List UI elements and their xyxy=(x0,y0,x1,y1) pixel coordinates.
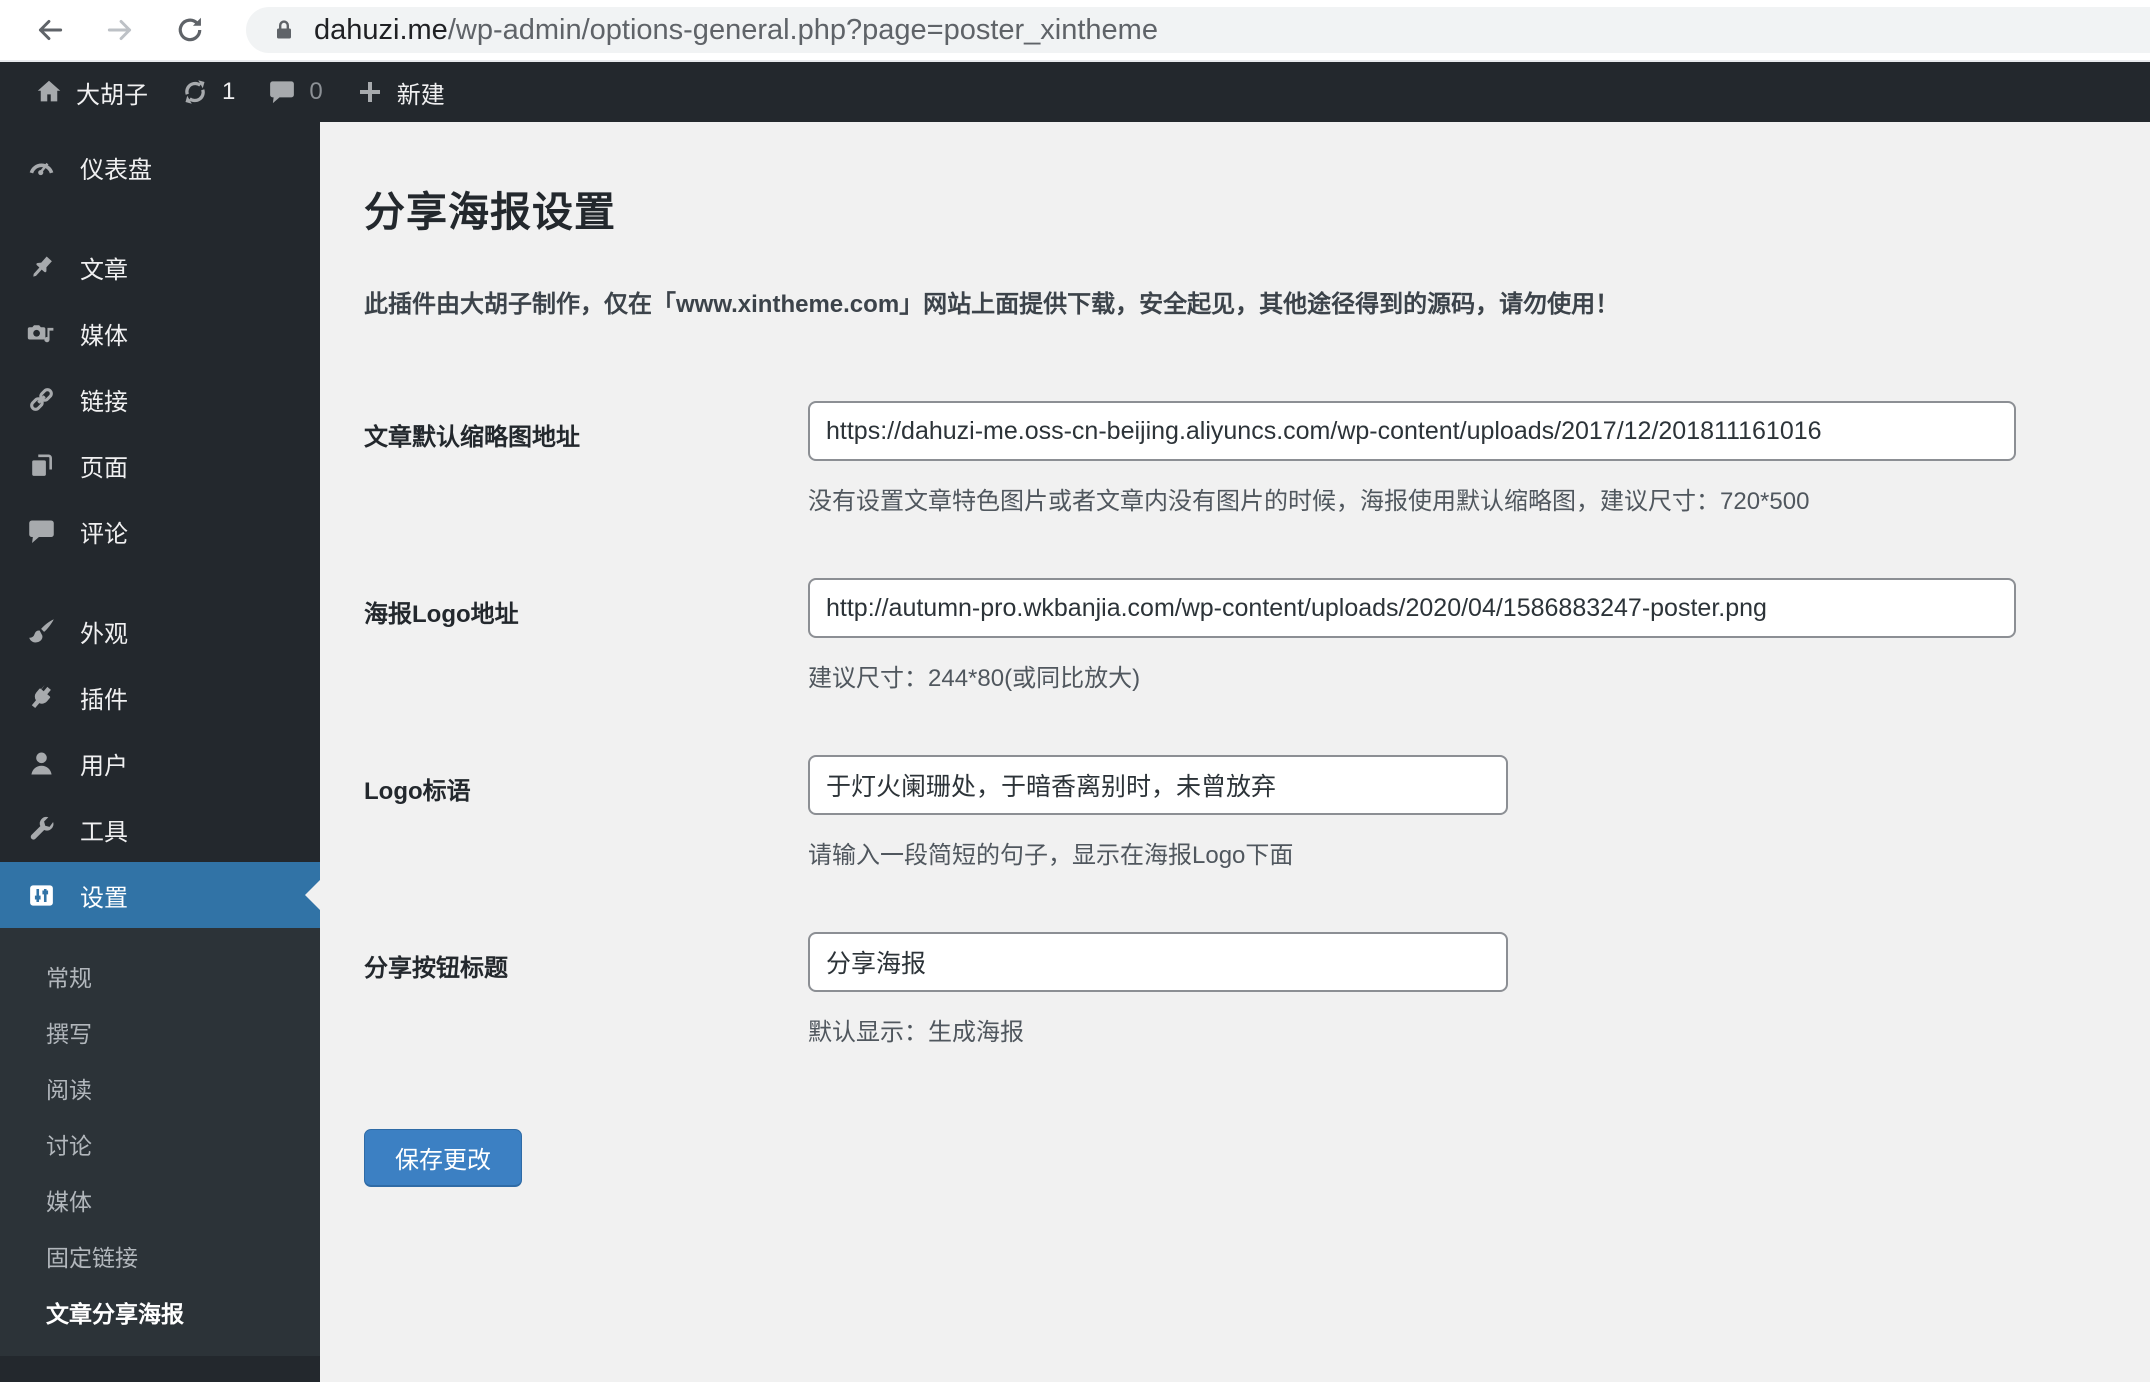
sidebar-item-links[interactable]: 链接 xyxy=(0,366,320,432)
sidebar-item-label: 用户 xyxy=(80,752,128,780)
sidebar-item-label: 插件 xyxy=(80,686,128,714)
default-thumbnail-url-input[interactable] xyxy=(808,401,2016,461)
dashboard-gauge-icon xyxy=(26,152,58,183)
submenu-item-permalinks[interactable]: 固定链接 xyxy=(0,1228,320,1284)
forward-button[interactable] xyxy=(100,10,140,50)
sidebar-item-label: 页面 xyxy=(80,454,128,482)
sidebar-item-tools[interactable]: 工具 xyxy=(0,796,320,862)
pushpin-icon xyxy=(26,252,58,283)
comments-icon xyxy=(267,77,297,107)
field-control: 没有设置文章特色图片或者文章内没有图片的时候，海报使用默认缩略图，建议尺寸：72… xyxy=(808,401,2016,516)
field-row-logo-slogan: Logo标语 请输入一段简短的句子，显示在海报Logo下面 xyxy=(364,755,2110,870)
main-content: 分享海报设置 此插件由大胡子制作，仅在「www.xintheme.com」网站上… xyxy=(320,122,2150,1382)
submenu-item-reading[interactable]: 阅读 xyxy=(0,1060,320,1116)
menu-separator xyxy=(0,564,320,598)
wrench-icon xyxy=(26,814,58,845)
plugin-notice: 此插件由大胡子制作，仅在「www.xintheme.com」网站上面提供下载，安… xyxy=(364,291,1620,318)
menu-separator xyxy=(0,200,320,234)
plus-icon xyxy=(355,77,385,107)
admin-bar-updates[interactable]: 1 xyxy=(164,62,251,122)
home-icon xyxy=(34,77,64,107)
reload-button[interactable] xyxy=(170,10,210,50)
sidebar-item-label: 仪表盘 xyxy=(80,156,152,184)
update-count: 1 xyxy=(222,78,236,105)
sidebar-item-plugins[interactable]: 插件 xyxy=(0,664,320,730)
comment-bubble-icon xyxy=(26,516,58,547)
field-label: 文章默认缩略图地址 xyxy=(364,424,580,451)
settings-submenu: 常规 撰写 阅读 讨论 媒体 固定链接 文章分享海报 xyxy=(0,928,320,1356)
submenu-item-general[interactable]: 常规 xyxy=(0,948,320,1004)
share-button-title-input[interactable] xyxy=(808,932,1508,992)
sidebar-item-pages[interactable]: 页面 xyxy=(0,432,320,498)
admin-bar-comments[interactable]: 0 xyxy=(251,62,338,122)
link-chain-icon xyxy=(26,384,58,415)
brush-icon xyxy=(26,616,58,647)
user-icon xyxy=(26,748,58,779)
sidebar-item-label: 评论 xyxy=(80,520,128,548)
sidebar-item-dashboard[interactable]: 仪表盘 xyxy=(0,134,320,200)
admin-sidebar: 仪表盘 文章 媒体 链接 页面 评论 外观 插件 用户 工具 设置 常规 撰写 … xyxy=(0,122,320,1382)
field-row-default-thumbnail: 文章默认缩略图地址 没有设置文章特色图片或者文章内没有图片的时候，海报使用默认缩… xyxy=(364,401,2110,516)
submenu-item-share-poster[interactable]: 文章分享海报 xyxy=(0,1284,320,1340)
sidebar-item-label: 设置 xyxy=(80,884,128,912)
sidebar-item-label: 工具 xyxy=(80,818,128,846)
browser-toolbar: dahuzi.me/wp-admin/options-general.php?p… xyxy=(0,0,2150,62)
sidebar-item-label: 文章 xyxy=(80,256,128,284)
submenu-item-media[interactable]: 媒体 xyxy=(0,1172,320,1228)
sidebar-item-label: 链接 xyxy=(80,388,128,416)
logo-slogan-input[interactable] xyxy=(808,755,1508,815)
sliders-icon xyxy=(26,880,58,911)
sidebar-item-posts[interactable]: 文章 xyxy=(0,234,320,300)
field-help: 没有设置文章特色图片或者文章内没有图片的时候，海报使用默认缩略图，建议尺寸：72… xyxy=(808,488,1810,515)
url-host: dahuzi.me xyxy=(314,13,448,46)
field-row-share-button-title: 分享按钮标题 默认显示：生成海报 xyxy=(364,932,2110,1047)
comment-count: 0 xyxy=(309,78,323,105)
active-menu-notch xyxy=(305,880,320,910)
settings-form: 文章默认缩略图地址 没有设置文章特色图片或者文章内没有图片的时候，海报使用默认缩… xyxy=(364,401,2110,1187)
field-label: Logo标语 xyxy=(364,778,471,805)
new-label: 新建 xyxy=(396,81,445,109)
admin-bar-site[interactable]: 大胡子 xyxy=(18,62,164,122)
sidebar-item-media[interactable]: 媒体 xyxy=(0,300,320,366)
field-label: 分享按钮标题 xyxy=(364,955,508,982)
forward-icon xyxy=(104,14,136,46)
field-control: 默认显示：生成海报 xyxy=(808,932,1508,1047)
lock-icon xyxy=(272,17,296,43)
sidebar-item-settings[interactable]: 设置 xyxy=(0,862,320,928)
back-icon xyxy=(34,14,66,46)
page-title: 分享海报设置 xyxy=(364,189,616,235)
reload-icon xyxy=(174,14,206,46)
admin-bar-new[interactable]: 新建 xyxy=(339,62,461,122)
site-name: 大胡子 xyxy=(76,81,148,109)
field-control: 请输入一段简短的句子，显示在海报Logo下面 xyxy=(808,755,1508,870)
sidebar-item-appearance[interactable]: 外观 xyxy=(0,598,320,664)
submenu-item-writing[interactable]: 撰写 xyxy=(0,1004,320,1060)
url-path: /wp-admin/options-general.php?page=poste… xyxy=(447,13,1158,46)
field-label: 海报Logo地址 xyxy=(364,601,519,628)
url-text: dahuzi.me/wp-admin/options-general.php?p… xyxy=(314,14,1158,47)
admin-layout: 仪表盘 文章 媒体 链接 页面 评论 外观 插件 用户 工具 设置 常规 撰写 … xyxy=(0,122,2150,1382)
sidebar-item-label: 媒体 xyxy=(80,322,128,350)
back-button[interactable] xyxy=(30,10,70,50)
poster-logo-url-input[interactable] xyxy=(808,578,2016,638)
sidebar-item-users[interactable]: 用户 xyxy=(0,730,320,796)
sidebar-item-label: 外观 xyxy=(80,620,128,648)
field-help: 默认显示：生成海报 xyxy=(808,1019,1024,1046)
pages-icon xyxy=(26,450,58,481)
wp-admin-bar: 大胡子 1 0 新建 xyxy=(0,62,2150,122)
save-changes-button[interactable]: 保存更改 xyxy=(364,1129,522,1187)
plug-icon xyxy=(26,682,58,713)
media-camera-icon xyxy=(26,318,58,349)
field-help: 建议尺寸：244*80(或同比放大) xyxy=(808,665,1141,692)
field-control: 建议尺寸：244*80(或同比放大) xyxy=(808,578,2016,693)
updates-icon xyxy=(180,77,210,107)
url-bar[interactable]: dahuzi.me/wp-admin/options-general.php?p… xyxy=(246,7,2150,53)
sidebar-item-comments[interactable]: 评论 xyxy=(0,498,320,564)
field-help: 请输入一段简短的句子，显示在海报Logo下面 xyxy=(808,842,1294,869)
field-row-poster-logo: 海报Logo地址 建议尺寸：244*80(或同比放大) xyxy=(364,578,2110,693)
submenu-item-discussion[interactable]: 讨论 xyxy=(0,1116,320,1172)
